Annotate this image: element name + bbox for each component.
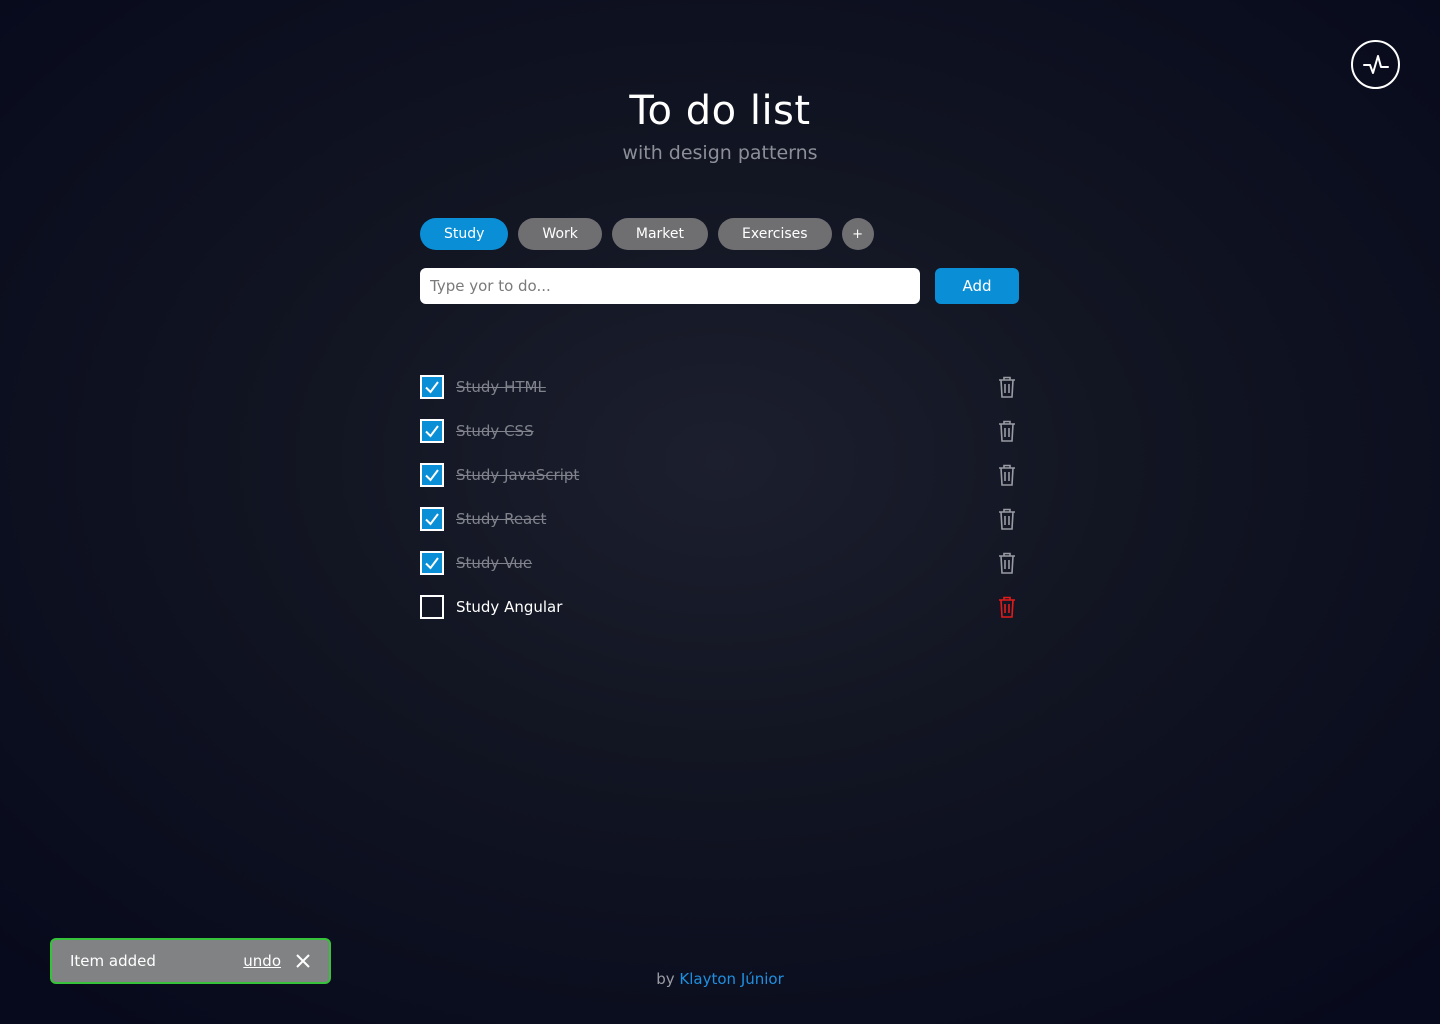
list-item: Study CSS (420, 409, 1020, 453)
trash-icon[interactable] (998, 596, 1016, 618)
item-label: Study Vue (456, 554, 533, 572)
item-label: Study Angular (456, 598, 563, 616)
author-link[interactable]: Klayton Júnior (679, 970, 783, 988)
list-item: Study Angular (420, 585, 1020, 629)
page-title: To do list (629, 88, 811, 134)
item-label: Study CSS (456, 422, 534, 440)
check-icon (425, 381, 439, 394)
todo-input[interactable] (420, 268, 920, 304)
item-label: Study HTML (456, 378, 546, 396)
page-subtitle: with design patterns (622, 142, 818, 164)
trash-icon[interactable] (998, 464, 1016, 486)
item-checkbox[interactable] (420, 507, 444, 531)
list-item: Study JavaScript (420, 453, 1020, 497)
item-checkbox[interactable] (420, 419, 444, 443)
list-item: Study React (420, 497, 1020, 541)
tab-exercises[interactable]: Exercises (718, 218, 832, 250)
tab-work[interactable]: Work (518, 218, 602, 250)
category-tabs: Study Work Market Exercises + (420, 218, 874, 250)
list-item: Study HTML (420, 365, 1020, 409)
footer: by Klayton Júnior (0, 970, 1440, 988)
close-icon[interactable] (295, 953, 311, 969)
footer-prefix: by (656, 970, 675, 988)
activity-button[interactable] (1351, 40, 1400, 89)
tab-market[interactable]: Market (611, 218, 708, 250)
tab-study[interactable]: Study (420, 218, 509, 250)
check-icon (425, 469, 439, 482)
trash-icon[interactable] (998, 376, 1016, 398)
add-category-button[interactable]: + (841, 218, 874, 250)
trash-icon[interactable] (998, 552, 1016, 574)
item-label: Study React (456, 510, 547, 528)
undo-link[interactable]: undo (243, 952, 281, 970)
toast-message: Item added (70, 952, 156, 970)
item-label: Study JavaScript (456, 466, 580, 484)
item-checkbox[interactable] (420, 375, 444, 399)
check-icon (425, 513, 439, 526)
check-icon (425, 557, 439, 570)
item-checkbox[interactable] (420, 551, 444, 575)
item-checkbox[interactable] (420, 463, 444, 487)
item-checkbox[interactable] (420, 595, 444, 619)
activity-pulse-icon (1362, 54, 1389, 74)
todo-list: Study HTML Study CSS Study JavaScript St… (420, 365, 1020, 629)
list-item: Study Vue (420, 541, 1020, 585)
add-button[interactable]: Add (935, 268, 1019, 304)
trash-icon[interactable] (998, 420, 1016, 442)
check-icon (425, 425, 439, 438)
trash-icon[interactable] (998, 508, 1016, 530)
